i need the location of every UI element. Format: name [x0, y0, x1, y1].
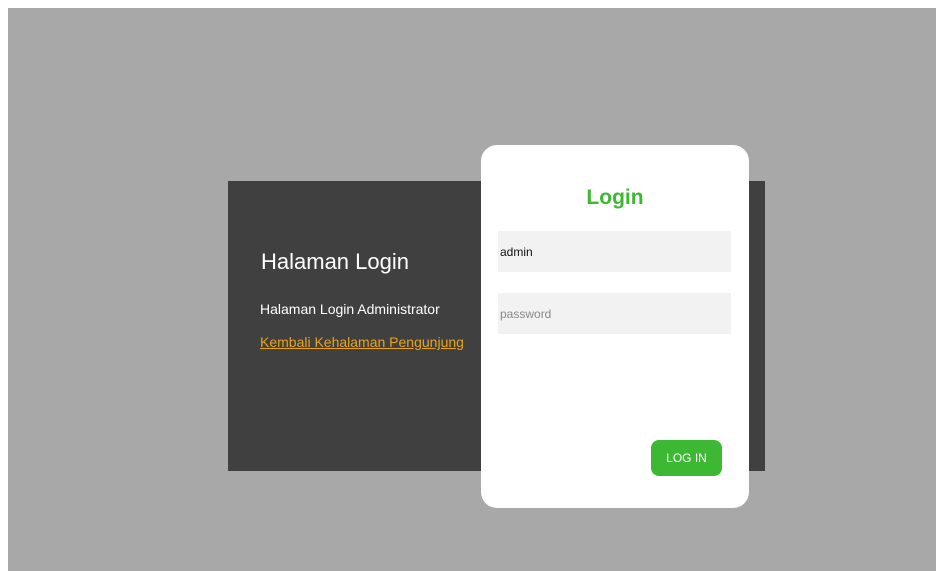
back-to-visitor-link[interactable]: Kembali Kehalaman Pengunjung [260, 334, 464, 350]
page-subtitle: Halaman Login Administrator [260, 301, 440, 317]
password-input[interactable] [498, 293, 731, 334]
login-heading: Login [586, 186, 644, 209]
page-title: Halaman Login [261, 249, 409, 274]
login-button[interactable]: LOG IN [651, 440, 722, 476]
login-card: Login LOG IN [481, 145, 749, 508]
username-input[interactable] [498, 231, 731, 272]
